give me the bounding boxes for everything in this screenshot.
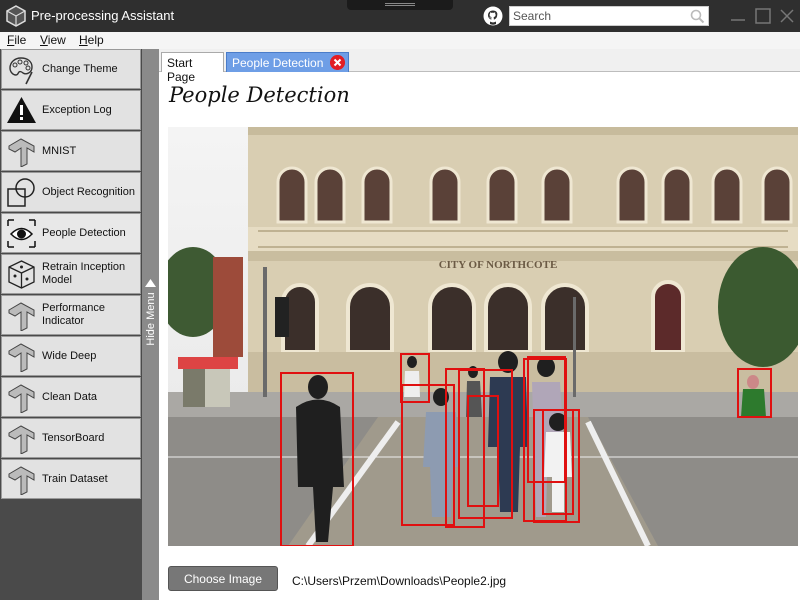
sidebar-item-mnist[interactable]: MNIST (1, 131, 141, 171)
menu-bar: File View Help (0, 32, 800, 49)
sidebar: Change Theme Exception Log MNIST Object … (0, 49, 142, 600)
palette-icon (9, 57, 33, 85)
tab-bar: Start Page People Detection (159, 49, 800, 84)
tensorflow-icon (8, 384, 35, 413)
choose-image-button[interactable]: Choose Image (168, 566, 278, 591)
sidebar-item-label: Exception Log (42, 103, 112, 116)
sidebar-item-people-detection[interactable]: People Detection (1, 213, 141, 253)
sidebar-item-label: Change Theme (42, 62, 118, 75)
drag-handle[interactable] (347, 0, 453, 10)
sidebar-item-performance-indicator[interactable]: Performance Indicator (1, 295, 141, 335)
tab-label: Start Page (167, 56, 196, 84)
close-tab-icon[interactable] (330, 55, 345, 70)
search-box[interactable] (509, 6, 709, 26)
tensorflow-icon (8, 343, 35, 372)
tab-start-page[interactable]: Start Page (161, 52, 224, 84)
detection-image: CITY OF NORTHCOTE (168, 127, 798, 546)
sidebar-item-retrain-inception-model[interactable]: Retrain Inception Model (1, 254, 141, 294)
tensorflow-icon (8, 466, 35, 495)
app-logo-icon (6, 5, 26, 27)
app-title: Pre-processing Assistant (31, 8, 175, 23)
sidebar-item-change-theme[interactable]: Change Theme (1, 49, 141, 89)
tab-label: People Detection (232, 56, 324, 70)
tensorflow-icon (8, 302, 35, 331)
page-title: People Detection (169, 83, 350, 107)
search-icon[interactable] (690, 9, 705, 24)
sidebar-item-wide-deep[interactable]: Wide Deep (1, 336, 141, 376)
detection-image-scene: CITY OF NORTHCOTE (168, 127, 798, 546)
sidebar-item-label: People Detection (42, 226, 126, 239)
eye-icon (7, 219, 36, 248)
hide-menu-toggle[interactable]: Hide Menu (142, 49, 159, 600)
sidebar-item-label: TensorBoard (42, 431, 105, 444)
sidebar-item-tensorboard[interactable]: TensorBoard (1, 418, 141, 458)
warning-icon (7, 97, 36, 123)
maximize-icon[interactable] (751, 4, 775, 28)
sidebar-item-label: Train Dataset (42, 472, 108, 485)
shapes-icon (7, 178, 35, 207)
search-input[interactable] (513, 8, 689, 24)
main-panel: Start Page People Detection People Detec… (159, 49, 800, 600)
sidebar-item-object-recognition[interactable]: Object Recognition (1, 172, 141, 212)
title-bar: Pre-processing Assistant (0, 0, 800, 32)
sidebar-item-label: Retrain Inception Model (42, 261, 126, 286)
sidebar-item-label: Wide Deep (42, 349, 97, 362)
sidebar-item-label: MNIST (42, 144, 77, 157)
sidebar-item-train-dataset[interactable]: Train Dataset (1, 459, 141, 499)
menu-view[interactable]: View (40, 33, 66, 47)
sidebar-item-label: Performance Indicator (42, 302, 105, 327)
tab-people-detection[interactable]: People Detection (226, 52, 349, 72)
menu-file[interactable]: File (7, 33, 26, 47)
cube-icon (8, 260, 35, 289)
github-icon[interactable] (483, 6, 503, 26)
close-window-icon[interactable] (775, 4, 799, 28)
sidebar-item-label: Clean Data (42, 390, 98, 403)
building-sign: CITY OF NORTHCOTE (439, 259, 558, 271)
tensorflow-icon (8, 425, 35, 454)
file-path-label: C:\Users\Przem\Downloads\People2.jpg (292, 574, 507, 588)
sidebar-item-exception-log[interactable]: Exception Log (1, 90, 141, 130)
sidebar-item-label: Object Recognition (42, 185, 135, 198)
minimize-icon[interactable] (726, 4, 750, 28)
menu-help[interactable]: Help (79, 33, 104, 47)
sidebar-item-clean-data[interactable]: Clean Data (1, 377, 141, 417)
tensorflow-icon (8, 138, 35, 167)
hide-menu-label: Hide Menu (145, 292, 157, 346)
